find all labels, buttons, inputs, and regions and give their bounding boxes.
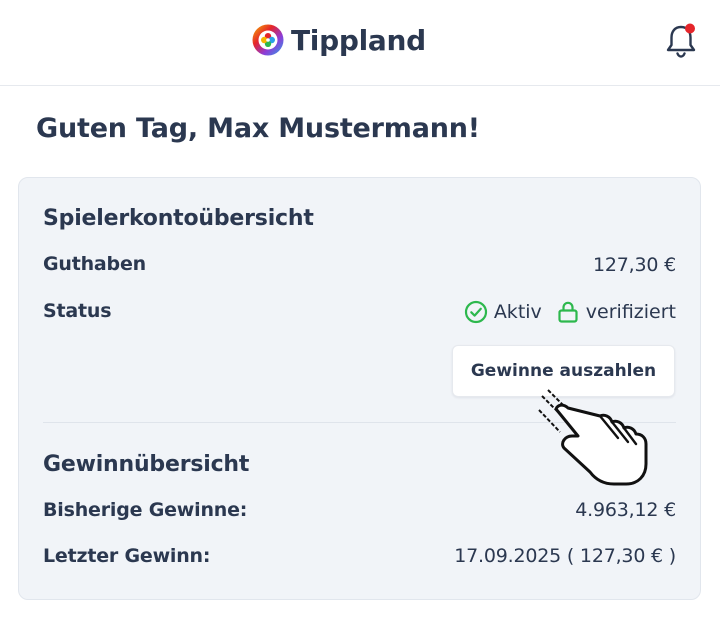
status-indicators: Aktiv verifiziert <box>464 300 676 324</box>
balance-label: Guthaben <box>43 253 146 275</box>
greeting-heading: Guten Tag, Max Mustermann! <box>36 113 480 144</box>
total-winnings-value: 4.963,12 € <box>575 499 676 521</box>
winnings-overview-title: Gewinnübersicht <box>43 452 250 477</box>
status-verified: verifiziert <box>585 301 676 323</box>
notification-dot <box>685 23 695 34</box>
status-label: Status <box>43 300 112 322</box>
lock-icon <box>558 301 578 323</box>
bell-icon[interactable] <box>664 22 698 60</box>
brand-name: Tippland <box>291 23 426 57</box>
payout-winnings-button[interactable]: Gewinne auszahlen <box>452 345 675 397</box>
status-active: Aktiv <box>493 301 542 323</box>
last-win-label: Letzter Gewinn: <box>43 545 211 567</box>
check-circle-icon <box>464 300 487 324</box>
account-overview-title: Spielerkontoübersicht <box>43 206 314 231</box>
balance-value: 127,30 € <box>592 254 676 276</box>
last-win-value: 17.09.2025 ( 127,30 € ) <box>454 545 676 567</box>
section-divider <box>43 422 676 423</box>
total-winnings-label: Bisherige Gewinne: <box>43 499 248 521</box>
tippland-logo-icon <box>252 24 284 56</box>
account-overview-card: Spielerkontoübersicht Guthaben 127,30 € … <box>18 177 701 600</box>
app-header: Tippland <box>0 0 720 86</box>
brand[interactable]: Tippland <box>251 20 426 60</box>
